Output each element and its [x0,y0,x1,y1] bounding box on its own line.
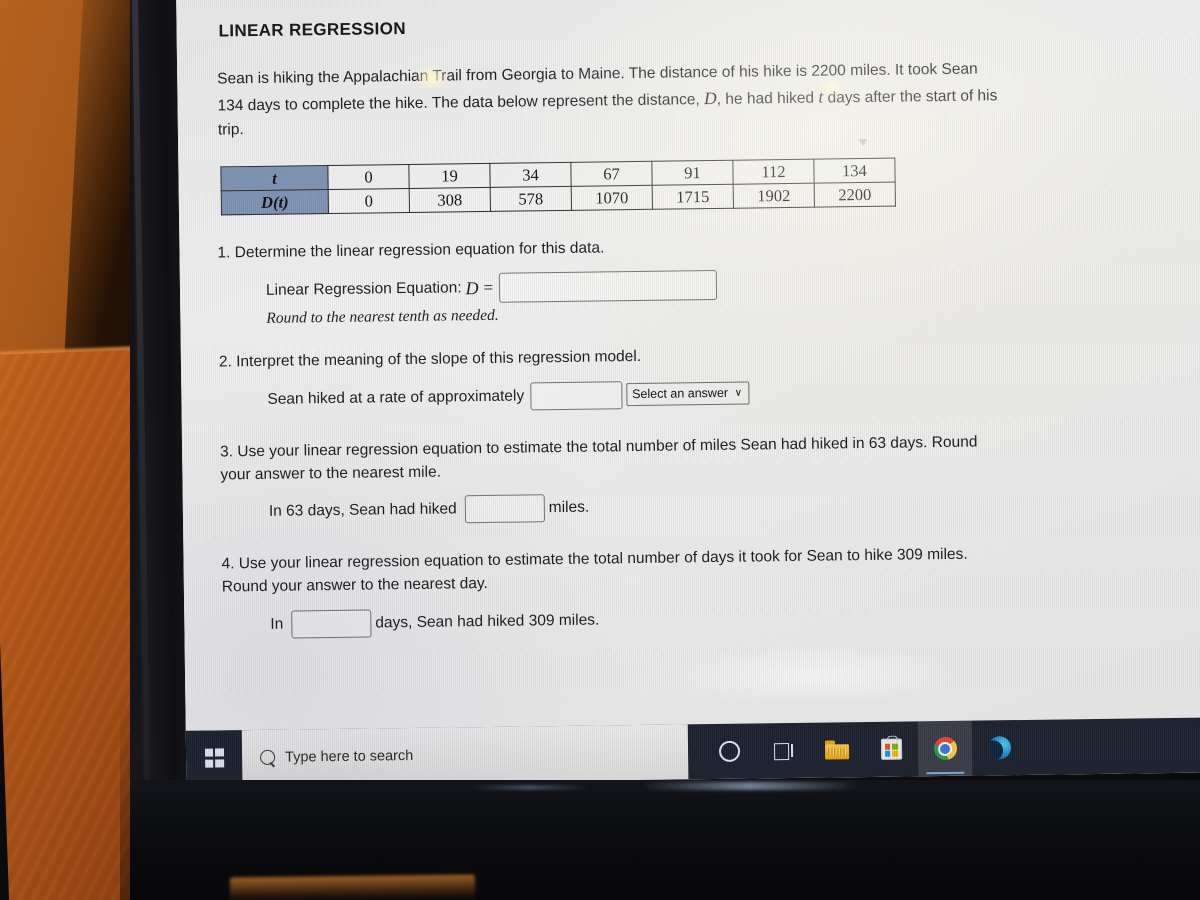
taskbar-item-microsoft-store[interactable] [864,721,919,777]
q2-select-label: Select an answer [632,385,729,402]
q2-answer-label: Sean hiked at a rate of approximately [267,387,525,408]
q3-answer-suffix: miles. [548,498,590,517]
q3-miles-input[interactable] [464,494,545,524]
task-view-icon [772,743,793,761]
taskbar-item-google-chrome[interactable] [917,720,973,777]
cortana-icon [718,740,740,762]
taskbar-items [688,717,1200,779]
data-table: t 0 19 34 67 91 112 134 D(t) 0 308 578 1… [220,158,896,216]
row-header-dt: D(t) [221,189,329,216]
microsoft-store-icon [880,735,902,760]
assignment-document: LINEAR REGRESSION Sean is hiking the App… [214,9,1182,643]
table-cell: 19 [408,163,491,189]
question-3-text: 3. Use your linear regression equation t… [219,433,978,484]
q4-answer-suffix: days, Sean had hiked 309 miles. [375,611,600,632]
start-button[interactable] [185,730,243,786]
chevron-down-icon: ∨ [734,387,743,399]
q1-variable-D: D [465,277,479,299]
deck-reflection-2 [470,785,590,790]
problem-text-part-1: Sean is hiking the Appalachian Trail fro… [217,60,978,115]
screen-glare-2 [817,77,846,98]
table-cell: 1070 [571,185,653,211]
search-icon [257,746,279,768]
table-cell: 0 [328,188,410,214]
q2-rate-input[interactable] [529,380,623,411]
problem-statement: Sean is hiking the Appalachian Trail fro… [217,57,1008,142]
search-placeholder: Type here to search [284,747,414,766]
taskbar-item-task-view[interactable] [756,723,811,779]
problem-text-part-2: , he had hiked [716,89,819,108]
question-1-text: 1. Determine the linear regression equat… [217,239,605,262]
table-cell: 1715 [652,184,734,210]
screen-glare-1 [415,64,450,91]
file-explorer-icon [824,740,850,760]
variable-D: D [703,87,717,109]
q4-days-input[interactable] [291,609,372,639]
table-cell: 578 [490,186,572,212]
q1-equals-sign: = [483,278,494,298]
table-cell: 134 [813,158,896,184]
table-cell: 91 [651,160,734,186]
table-cell: 34 [489,162,572,188]
edge-icon [987,736,1011,760]
deck-reflection-1 [640,782,860,790]
table-cell: 2200 [814,182,896,208]
windows-logo-icon [204,748,224,768]
laptop-screen: ‹ › LINEAR REGRESSION Sean is hiking the… [176,0,1200,786]
q2-answer-select[interactable]: Select an answer ∨ [626,381,750,407]
screen-glare-3 [664,643,966,708]
chrome-icon [933,736,957,761]
table-cell: 308 [409,187,491,213]
data-table-wrapper: t 0 19 34 67 91 112 134 D(t) 0 308 578 1… [220,154,1177,216]
question-4-text: 4. Use your linear regression equation t… [221,545,968,596]
q1-equation-input[interactable] [498,270,718,304]
q1-answer-label: Linear Regression Equation: [265,279,462,300]
table-cell: 0 [327,164,410,190]
q3-answer-prefix: In 63 days, Sean had hiked [268,500,457,520]
taskbar-item-file-explorer[interactable] [810,722,865,778]
taskbar-item-cortana[interactable] [702,723,757,779]
table-cell: 112 [732,159,815,185]
taskbar-item-microsoft-edge[interactable] [972,720,1027,776]
table-cell: 1902 [733,183,815,209]
q4-answer-prefix: In [270,615,284,633]
table-cell: 67 [570,161,653,187]
photo-of-laptop-scene: ‹ › LINEAR REGRESSION Sean is hiking the… [0,0,1200,900]
taskbar-search-box[interactable]: Type here to search [241,724,689,786]
deck-warm-reflection [229,874,476,900]
row-header-t: t [220,165,329,192]
